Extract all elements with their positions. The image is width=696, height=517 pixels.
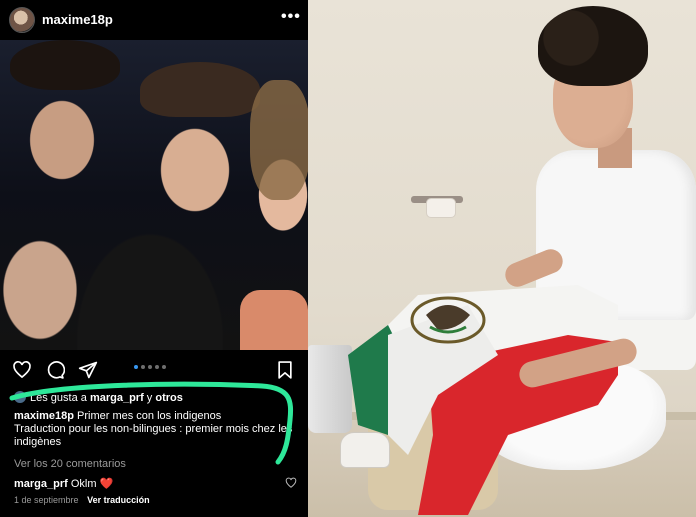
post-header: maxime18p ••• <box>0 0 308 40</box>
heart-icon[interactable] <box>12 360 32 380</box>
carousel-dot <box>162 365 166 369</box>
toilet-paper-roll <box>426 198 456 218</box>
avatar[interactable] <box>9 7 35 33</box>
comment-text: Oklm <box>70 478 97 490</box>
photo-detail <box>10 40 120 90</box>
carousel-dot <box>148 365 152 369</box>
photo-detail <box>250 80 308 200</box>
comment-like-icon[interactable] <box>285 477 297 489</box>
post-date: 1 de septiembre <box>14 495 79 505</box>
post-photo[interactable] <box>0 40 308 350</box>
photo-detail <box>140 62 260 117</box>
post-username[interactable]: maxime18p <box>42 12 113 27</box>
share-icon[interactable] <box>78 360 98 380</box>
comment-emoji: ❤️ <box>99 478 114 490</box>
post-meta: 1 de septiembre Ver traducción <box>14 495 150 505</box>
photo-detail <box>240 290 308 350</box>
carousel-dot <box>134 365 138 369</box>
comment-row: marga_prf Oklm ❤️ <box>14 477 113 490</box>
comment-icon[interactable] <box>45 360 65 380</box>
trash-bin <box>308 345 352 433</box>
see-translation-link[interactable]: Ver traducción <box>87 495 150 505</box>
likes-user[interactable]: marga_prf <box>90 392 144 404</box>
likes-line[interactable]: Les gusta a marga_prf y otros <box>14 391 183 404</box>
carousel-dot <box>141 365 145 369</box>
post-caption: maxime18p Primer mes con los indigenos T… <box>14 410 304 449</box>
likes-prefix: Les gusta a <box>30 392 90 404</box>
post-actions <box>0 356 308 382</box>
likes-others[interactable]: otros <box>155 392 183 404</box>
instagram-post: maxime18p ••• Les gusta a marga_prf y ot… <box>0 0 308 517</box>
bathroom-photo <box>308 0 696 517</box>
photo-detail <box>538 6 648 86</box>
comment-username[interactable]: marga_prf <box>14 478 68 490</box>
likes-middle: y <box>143 392 156 404</box>
carousel-dot <box>155 365 159 369</box>
caption-text: Primer mes con los indigenos <box>77 410 222 422</box>
caption-username[interactable]: maxime18p <box>14 410 74 422</box>
caption-translation: Traduction pour les non-bilingues : prem… <box>14 423 293 448</box>
mexican-flag <box>348 285 618 515</box>
carousel-indicator <box>134 365 166 369</box>
view-comments-link[interactable]: Ver los 20 comentarios <box>14 458 126 470</box>
bookmark-icon[interactable] <box>275 360 295 380</box>
more-icon[interactable]: ••• <box>281 9 301 25</box>
liker-avatar <box>14 391 26 403</box>
